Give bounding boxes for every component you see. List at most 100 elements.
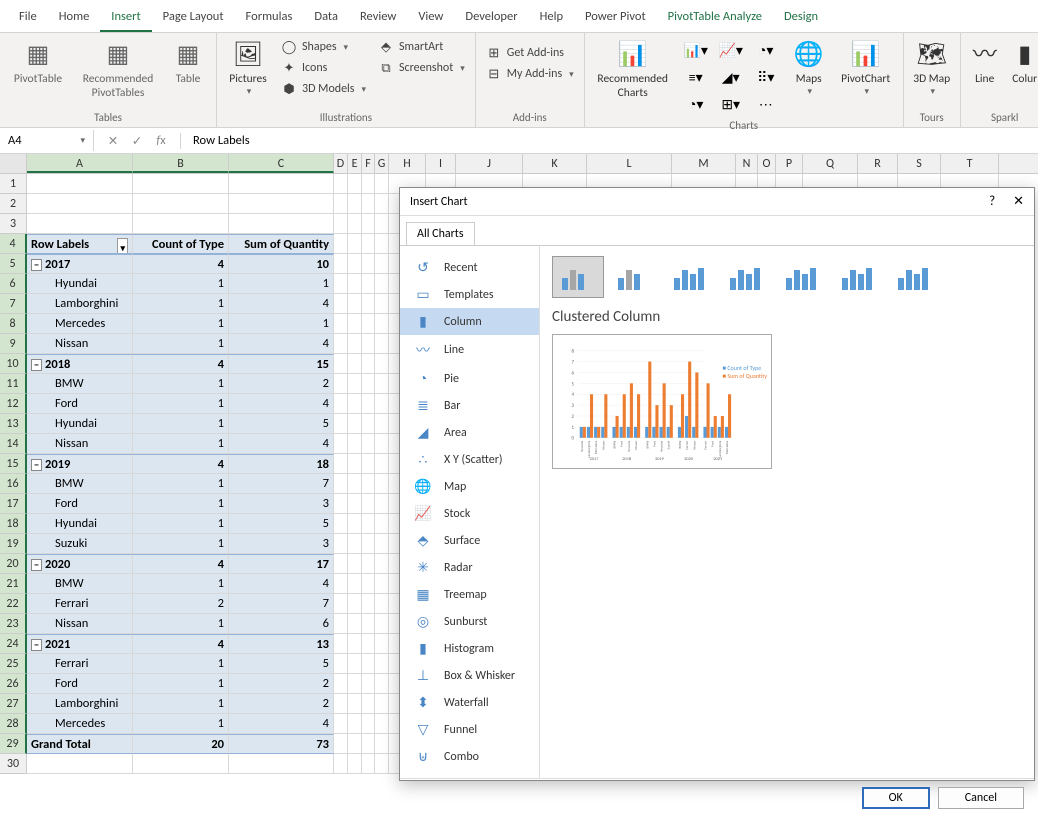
tab-pivottable-analyze[interactable]: PivotTable Analyze [657, 3, 773, 32]
tab-help[interactable]: Help [529, 3, 574, 32]
smartart-button[interactable]: ⬘SmartArt [374, 37, 469, 57]
cancel-button[interactable]: Cancel [938, 787, 1024, 809]
cell-F1[interactable] [362, 174, 375, 194]
cell-C7[interactable]: 4 [229, 294, 334, 314]
cell-B19[interactable]: 1 [133, 534, 229, 554]
cell-G25[interactable] [375, 654, 389, 674]
cell-D14[interactable] [334, 434, 348, 454]
cell-E14[interactable] [348, 434, 362, 454]
tab-developer[interactable]: Developer [454, 3, 528, 32]
cell-D5[interactable] [334, 254, 348, 274]
cell-C15[interactable]: 18 [229, 454, 334, 474]
col-header-E[interactable]: E [348, 154, 362, 173]
chart-type-surface[interactable]: ⬘Surface [400, 527, 539, 554]
row-header-15[interactable]: 15 [0, 454, 27, 474]
cell-F21[interactable] [362, 574, 375, 594]
scatter-chart-icon[interactable]: ⠿▾ [749, 64, 783, 90]
cell-F4[interactable] [362, 234, 375, 254]
cell-A9[interactable]: Nissan [27, 334, 133, 354]
cell-E26[interactable] [348, 674, 362, 694]
cell-E17[interactable] [348, 494, 362, 514]
cell-D7[interactable] [334, 294, 348, 314]
cell-A18[interactable]: Hyundai [27, 514, 133, 534]
cell-B1[interactable] [133, 174, 229, 194]
cell-G20[interactable] [375, 554, 389, 574]
cell-G23[interactable] [375, 614, 389, 634]
3d-models-button[interactable]: ⬢3D Models▾ [277, 79, 370, 99]
ok-button[interactable]: OK [862, 787, 930, 809]
col-header-C[interactable]: C [229, 154, 334, 173]
chart-type-column[interactable]: ▮Column [400, 308, 539, 335]
chart-type-stock[interactable]: 📈Stock [400, 500, 539, 527]
chart-type-pie[interactable]: ◔Pie [400, 365, 539, 392]
chart-type-treemap[interactable]: ▦Treemap [400, 581, 539, 608]
cell-E2[interactable] [348, 194, 362, 214]
cell-B27[interactable]: 1 [133, 694, 229, 714]
cell-C28[interactable]: 4 [229, 714, 334, 734]
cell-C20[interactable]: 17 [229, 554, 334, 574]
cell-C8[interactable]: 1 [229, 314, 334, 334]
row-header-2[interactable]: 2 [0, 194, 27, 214]
chart-subtype-1[interactable] [608, 256, 660, 298]
col-header-D[interactable]: D [334, 154, 348, 173]
col-header-S[interactable]: S [898, 154, 941, 173]
cell-E28[interactable] [348, 714, 362, 734]
cell-E9[interactable] [348, 334, 362, 354]
cell-B21[interactable]: 1 [133, 574, 229, 594]
row-header-17[interactable]: 17 [0, 494, 27, 514]
col-header-A[interactable]: A [27, 154, 133, 173]
sparkline-column-button[interactable]: ▮Colur [1007, 37, 1038, 89]
line-chart-icon[interactable]: 📈▾ [714, 37, 748, 63]
row-header-25[interactable]: 25 [0, 654, 27, 674]
cell-C14[interactable]: 4 [229, 434, 334, 454]
tab-formulas[interactable]: Formulas [235, 3, 304, 32]
cell-B7[interactable]: 1 [133, 294, 229, 314]
cell-G15[interactable] [375, 454, 389, 474]
cell-C29[interactable]: 73 [229, 734, 334, 754]
cell-F12[interactable] [362, 394, 375, 414]
cell-F27[interactable] [362, 694, 375, 714]
3d-map-button[interactable]: 🗺3D Map▾ [910, 37, 954, 100]
cell-A15[interactable]: −2019 [27, 454, 133, 474]
row-header-5[interactable]: 5 [0, 254, 27, 274]
pivottable-button[interactable]: ▦PivotTable [6, 37, 70, 89]
cell-E24[interactable] [348, 634, 362, 654]
chart-type-box-whisker[interactable]: ⊥Box & Whisker [400, 662, 539, 689]
cell-B12[interactable]: 1 [133, 394, 229, 414]
cell-B20[interactable]: 4 [133, 554, 229, 574]
tab-insert[interactable]: Insert [100, 3, 151, 32]
chart-type-line[interactable]: 〰Line [400, 335, 539, 365]
cell-D29[interactable] [334, 734, 348, 754]
cell-D20[interactable] [334, 554, 348, 574]
row-header-19[interactable]: 19 [0, 534, 27, 554]
icons-button[interactable]: ✦Icons [277, 58, 370, 78]
col-header-L[interactable]: L [587, 154, 672, 173]
cell-C19[interactable]: 3 [229, 534, 334, 554]
cell-C22[interactable]: 7 [229, 594, 334, 614]
cell-F3[interactable] [362, 214, 375, 234]
cell-D24[interactable] [334, 634, 348, 654]
cell-A29[interactable]: Grand Total [27, 734, 133, 754]
chart-preview[interactable]: 012345678HyundaiLamborghiniMercedesNissa… [552, 334, 772, 469]
cell-C2[interactable] [229, 194, 334, 214]
row-header-1[interactable]: 1 [0, 174, 27, 194]
row-header-14[interactable]: 14 [0, 434, 27, 454]
cell-C10[interactable]: 15 [229, 354, 334, 374]
row-header-9[interactable]: 9 [0, 334, 27, 354]
cell-F19[interactable] [362, 534, 375, 554]
chart-subtype-3[interactable] [720, 256, 772, 298]
cell-C26[interactable]: 2 [229, 674, 334, 694]
cell-E16[interactable] [348, 474, 362, 494]
cell-B11[interactable]: 1 [133, 374, 229, 394]
cell-A3[interactable] [27, 214, 133, 234]
cell-C1[interactable] [229, 174, 334, 194]
cell-E13[interactable] [348, 414, 362, 434]
cell-D27[interactable] [334, 694, 348, 714]
chart-type-recent[interactable]: ↺Recent [400, 254, 539, 281]
chart-type-combo[interactable]: ⊎Combo [400, 743, 539, 770]
cell-A1[interactable] [27, 174, 133, 194]
cell-D13[interactable] [334, 414, 348, 434]
tab-design[interactable]: Design [773, 3, 829, 32]
cell-F23[interactable] [362, 614, 375, 634]
cell-B29[interactable]: 20 [133, 734, 229, 754]
